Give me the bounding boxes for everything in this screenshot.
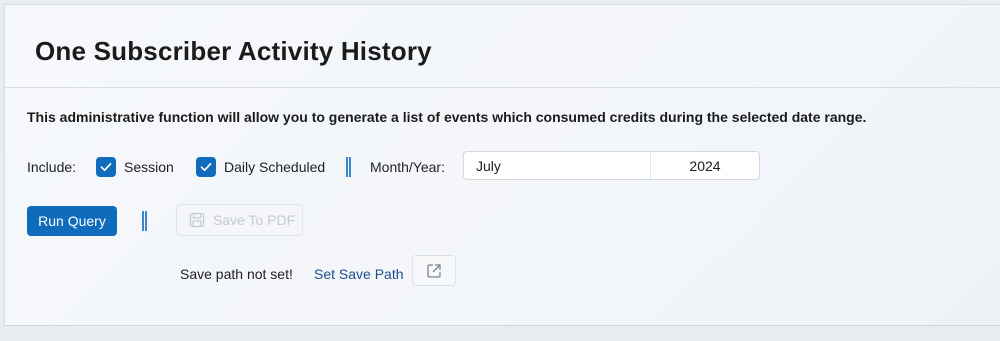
save-path-status: Save path not set! — [180, 266, 293, 282]
set-save-path-link[interactable]: Set Save Path — [314, 266, 404, 282]
open-save-path-button[interactable] — [412, 255, 456, 286]
report-panel: One Subscriber Activity History This adm… — [4, 4, 1000, 326]
year-value[interactable]: 2024 — [651, 158, 759, 174]
save-to-pdf-button[interactable]: Save To PDF — [176, 204, 303, 236]
page-title: One Subscriber Activity History — [35, 36, 432, 66]
separator — [346, 157, 351, 177]
session-label[interactable]: Session — [124, 159, 174, 175]
separator — [142, 211, 147, 231]
daily-scheduled-checkbox[interactable] — [196, 157, 216, 177]
page-description: This administrative function will allow … — [27, 109, 867, 125]
month-year-label: Month/Year: — [370, 159, 445, 175]
month-value[interactable]: July — [476, 158, 501, 174]
save-icon — [189, 212, 205, 228]
session-checkbox[interactable] — [96, 157, 116, 177]
open-external-icon — [427, 263, 441, 278]
daily-scheduled-label[interactable]: Daily Scheduled — [224, 159, 325, 175]
include-label: Include: — [27, 159, 77, 175]
save-to-pdf-label: Save To PDF — [213, 212, 296, 228]
month-year-picker[interactable]: July 2024 — [463, 151, 760, 180]
panel-header: One Subscriber Activity History — [5, 5, 1000, 88]
check-icon — [200, 162, 212, 172]
run-query-button[interactable]: Run Query — [27, 206, 117, 236]
check-icon — [100, 162, 112, 172]
